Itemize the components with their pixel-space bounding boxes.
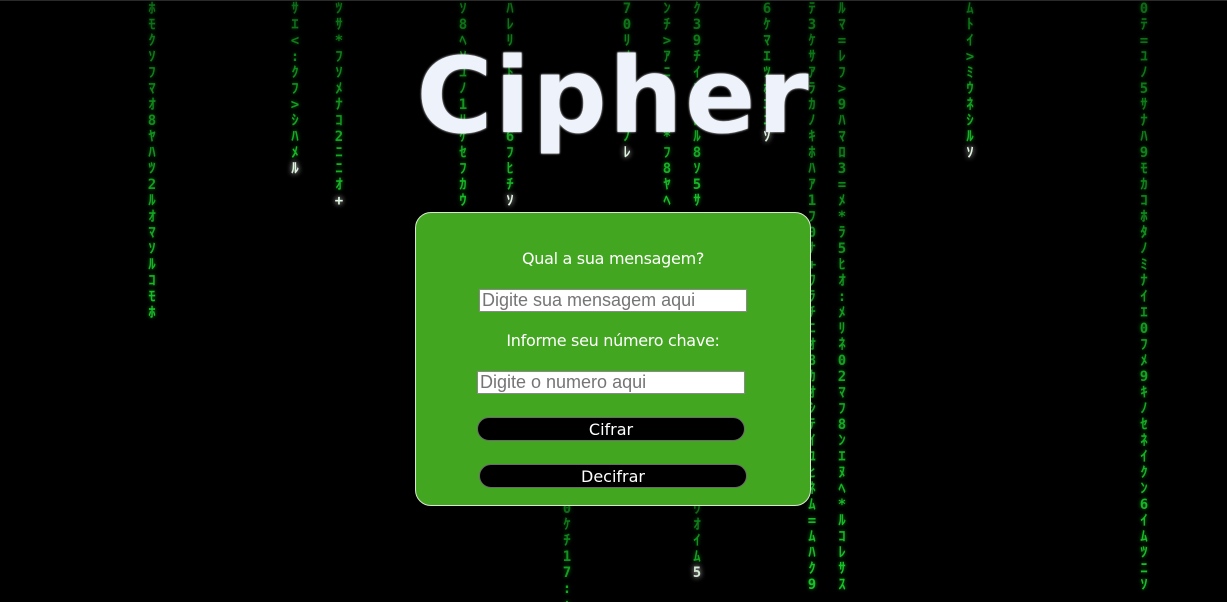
encrypt-button[interactable]: Cifrar [477,417,745,441]
decrypt-button[interactable]: Decifrar [479,464,747,488]
matrix-rain-column: ｳｵｲﾑ5 [692,501,702,581]
cipher-form-panel: Qual a sua mensagem? Informe seu número … [415,212,811,506]
message-label: Qual a sua mensagem? [521,249,705,268]
message-input[interactable] [479,289,747,312]
key-label: Informe seu número chave: [506,331,720,350]
app-title: Cipher [416,35,811,157]
key-number-input[interactable] [477,371,745,394]
matrix-rain-column: 0ｹﾁ17:+ [562,501,572,602]
page-background: ﾎﾓｸｿﾌﾏｵ 8 ﾔﾊﾂ 2 ﾙｵﾏｿﾙｺﾓﾎｻｴ <: ｸﾌ > ｼﾊﾒﾙﾂｻ * ﾌｿﾒﾅｺ 2… [0,0,1227,602]
